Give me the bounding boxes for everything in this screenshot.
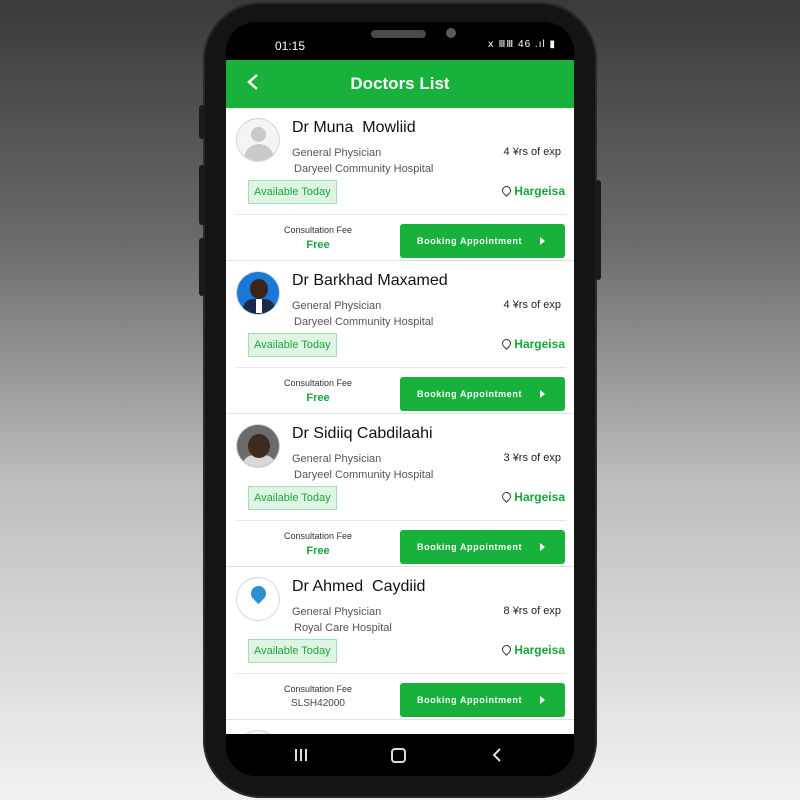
booking-button-label: Booking Appointment — [417, 542, 523, 552]
status-time: 01:15 — [275, 39, 306, 53]
camera — [446, 28, 456, 38]
fee-value: Free — [306, 545, 330, 557]
doctor-location: Hargeisa — [500, 643, 565, 657]
play-arrow-icon — [540, 543, 545, 551]
avatar — [236, 424, 280, 468]
doctor-name: Dr Ahmed Caydiid — [292, 578, 426, 595]
availability-badge: Available Today — [248, 486, 337, 510]
doctor-hospital: Royal Care Hospital — [294, 622, 392, 634]
booking-button-label: Booking Appointment — [417, 389, 523, 399]
status-bar: 01:15 ⅹ ⅢⅢ 46 .ıl ▮ — [226, 22, 574, 62]
doctor-hospital: Daryeel Community Hospital — [294, 316, 434, 328]
status-icons: ⅹ ⅢⅢ 46 .ıl ▮ — [487, 39, 556, 50]
doctor-experience: 8 ¥rs of exp — [503, 605, 561, 617]
system-nav-bar — [226, 734, 574, 776]
play-arrow-icon — [540, 237, 545, 245]
chevron-left-icon — [492, 748, 501, 762]
fee-label: Consultation Fee — [283, 225, 353, 235]
speaker — [371, 30, 426, 38]
doctor-hospital: Daryeel Community Hospital — [294, 163, 434, 175]
location-pin-icon — [500, 337, 514, 350]
system-back-button[interactable] — [492, 747, 502, 768]
doctor-hospital: Daryeel Community Hospital — [294, 469, 434, 481]
location-label: Hargeisa — [514, 490, 565, 504]
phone-side-button — [199, 105, 205, 139]
location-pin-icon — [500, 490, 514, 503]
location-pin-icon — [500, 643, 514, 656]
booking-appointment-button[interactable]: Booking Appointment — [400, 683, 565, 717]
avatar — [236, 271, 280, 315]
play-arrow-icon — [540, 696, 545, 704]
doctor-specialty: General Physician — [292, 300, 382, 312]
notch — [313, 22, 498, 46]
booking-button-label: Booking Appointment — [417, 695, 523, 705]
phone-side-button — [199, 165, 205, 225]
home-button[interactable] — [391, 748, 406, 763]
doctor-specialty: General Physician — [292, 453, 382, 465]
avatar — [236, 118, 280, 162]
phone-screen: 01:15 ⅹ ⅢⅢ 46 .ıl ▮ Doctors List Dr Muna… — [226, 22, 574, 776]
doctor-experience: 3 ¥rs of exp — [503, 452, 561, 464]
doctor-name: Dr Sidiiq Cabdilaahi — [292, 425, 433, 442]
booking-appointment-button[interactable]: Booking Appointment — [400, 377, 565, 411]
phone-side-button — [199, 238, 205, 296]
divider — [236, 214, 566, 215]
fee-label: Consultation Fee — [283, 684, 353, 694]
app-bar: Doctors List — [226, 60, 574, 108]
location-pin-icon — [500, 184, 514, 197]
avatar — [236, 577, 280, 621]
doctor-experience: 4 ¥rs of exp — [503, 299, 561, 311]
divider — [236, 673, 566, 674]
doctor-name: Dr Barkhad Maxamed — [292, 272, 448, 289]
doctor-card[interactable]: Dr Ahmed Caydiid General Physician Royal… — [226, 567, 574, 720]
doctor-card[interactable]: Dr Sidiiq Cabdilaahi General Physician D… — [226, 414, 574, 567]
fee-label: Consultation Fee — [283, 378, 353, 388]
availability-badge: Available Today — [248, 639, 337, 663]
location-label: Hargeisa — [514, 643, 565, 657]
divider — [236, 367, 566, 368]
doctor-location: Hargeisa — [500, 490, 565, 504]
booking-appointment-button[interactable]: Booking Appointment — [400, 224, 565, 258]
doctor-card[interactable]: Dr Muna Mowliid General Physician Daryee… — [226, 108, 574, 261]
divider — [236, 520, 566, 521]
recent-apps-button[interactable] — [295, 749, 309, 761]
doctor-specialty: General Physician — [292, 606, 382, 618]
doctor-name: Dr Muna Mowliid — [292, 119, 416, 136]
doctor-experience: 4 ¥rs of exp — [503, 146, 561, 158]
fee-label: Consultation Fee — [283, 531, 353, 541]
page-title: Doctors List — [350, 74, 450, 93]
phone-power-button — [595, 180, 601, 280]
doctor-location: Hargeisa — [500, 337, 565, 351]
availability-badge: Available Today — [248, 333, 337, 357]
doctor-card-partial[interactable] — [226, 720, 574, 734]
location-label: Hargeisa — [514, 337, 565, 351]
doctor-card[interactable]: Dr Barkhad Maxamed General Physician Dar… — [226, 261, 574, 414]
fee-value: Free — [306, 239, 330, 251]
doctors-list[interactable]: Dr Muna Mowliid General Physician Daryee… — [226, 108, 574, 734]
play-arrow-icon — [540, 390, 545, 398]
location-label: Hargeisa — [514, 184, 565, 198]
doctor-location: Hargeisa — [500, 184, 565, 198]
availability-badge: Available Today — [248, 180, 337, 204]
booking-appointment-button[interactable]: Booking Appointment — [400, 530, 565, 564]
doctor-specialty: General Physician — [292, 147, 382, 159]
fee-value: Free — [306, 392, 330, 404]
fee-value: SLSH42000 — [291, 698, 345, 709]
booking-button-label: Booking Appointment — [417, 236, 523, 246]
